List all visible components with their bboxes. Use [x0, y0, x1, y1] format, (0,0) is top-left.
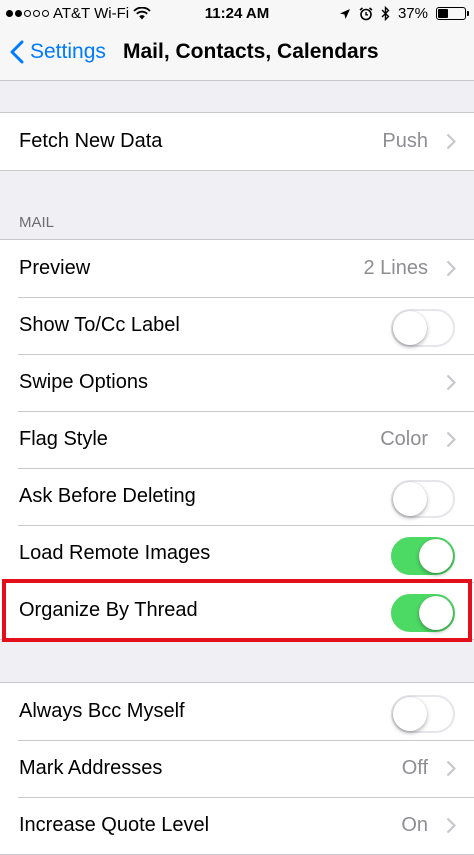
preview-row[interactable]: Preview 2 Lines — [0, 240, 474, 297]
row-label: Ask Before Deleting — [19, 485, 196, 507]
ask-before-deleting-row: Ask Before Deleting — [0, 468, 474, 525]
always-bcc-myself-row: Always Bcc Myself — [0, 683, 474, 740]
location-icon — [339, 8, 350, 19]
ask-before-deleting-toggle[interactable] — [391, 480, 455, 518]
row-label: Increase Quote Level — [19, 814, 210, 836]
fetch-new-data-row[interactable]: Fetch New Data Push — [0, 113, 474, 170]
row-value: 2 Lines — [363, 257, 429, 279]
swipe-options-row[interactable]: Swipe Options — [0, 354, 474, 411]
navigation-bar: Settings Mail, Contacts, Calendars — [0, 28, 474, 81]
row-value: On — [401, 814, 428, 836]
bluetooth-icon — [381, 6, 390, 21]
chevron-right-icon — [446, 431, 456, 448]
row-label: Organize By Thread — [19, 599, 198, 621]
row-label: Swipe Options — [19, 371, 148, 393]
fetch-group: Fetch New Data Push — [0, 112, 474, 171]
row-label: Load Remote Images — [19, 542, 211, 564]
organize-by-thread-row: Organize By Thread — [0, 582, 474, 639]
chevron-right-icon — [446, 817, 456, 834]
chevron-right-icon — [446, 133, 456, 150]
mail-group: Preview 2 Lines Show To/Cc Label Swipe O… — [0, 239, 474, 640]
mark-addresses-row[interactable]: Mark Addresses Off — [0, 740, 474, 797]
status-right: 37% — [339, 5, 469, 22]
battery-icon — [436, 7, 469, 20]
status-bar: AT&T Wi-Fi 11:24 AM 37% — [0, 0, 474, 28]
chevron-right-icon — [446, 260, 456, 277]
load-remote-images-row: Load Remote Images — [0, 525, 474, 582]
chevron-left-icon — [10, 40, 24, 64]
section-header-mail: MAIL — [19, 214, 55, 231]
battery-percent: 37% — [397, 5, 428, 22]
compose-group: Always Bcc Myself Mark Addresses Off Inc… — [0, 682, 474, 855]
row-value: Off — [401, 757, 428, 779]
row-label: Always Bcc Myself — [19, 700, 185, 722]
row-value: Color — [380, 428, 428, 450]
increase-quote-level-row[interactable]: Increase Quote Level On — [0, 797, 474, 854]
row-label: Flag Style — [19, 428, 108, 450]
row-label: Show To/Cc Label — [19, 314, 180, 336]
show-to-cc-label-row: Show To/Cc Label — [0, 297, 474, 354]
back-button-label: Settings — [30, 40, 106, 63]
flag-style-row[interactable]: Flag Style Color — [0, 411, 474, 468]
row-value: Push — [382, 130, 428, 152]
chevron-right-icon — [446, 760, 456, 777]
chevron-right-icon — [446, 374, 456, 391]
back-button[interactable]: Settings — [10, 40, 106, 64]
page-title: Mail, Contacts, Calendars — [123, 40, 379, 63]
always-bcc-myself-toggle[interactable] — [391, 695, 455, 733]
row-label: Mark Addresses — [19, 757, 163, 779]
row-label: Fetch New Data — [19, 130, 163, 152]
show-to-cc-label-toggle[interactable] — [391, 309, 455, 347]
alarm-icon — [359, 6, 373, 20]
load-remote-images-toggle[interactable] — [391, 537, 455, 575]
row-label: Preview — [19, 257, 91, 279]
organize-by-thread-toggle[interactable] — [391, 594, 455, 632]
battery-level-fill — [438, 9, 448, 18]
